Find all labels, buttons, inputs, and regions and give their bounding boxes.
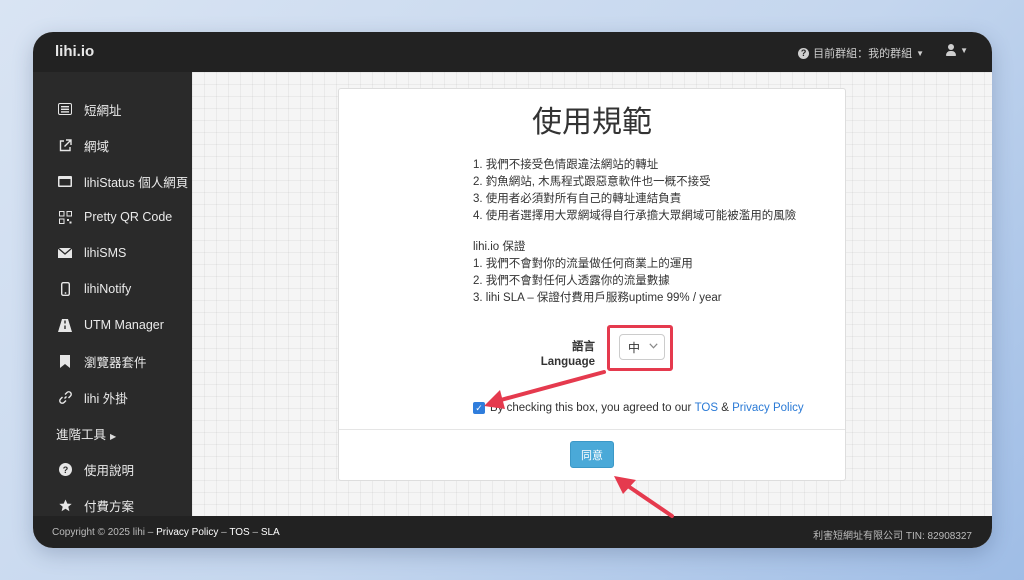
terms-list: 1. 我們不接受色情跟違法網站的轉址 2. 釣魚網站, 木馬程式跟惡意軟件也一概… xyxy=(473,157,796,307)
sidebar-item-label: lihi 外掛 xyxy=(84,391,128,406)
user-icon xyxy=(946,44,957,56)
guarantee-item: 2. 我們不會對任何人透露你的流量數據 xyxy=(473,275,670,287)
sidebar-item-pretty-qr[interactable]: Pretty QR Code xyxy=(33,202,192,232)
rule-item: 1. 我們不接受色情跟違法網站的轉址 xyxy=(473,159,659,171)
agree-button[interactable]: 同意 xyxy=(570,441,614,468)
sidebar-item-browser-extension[interactable]: 瀏覽器套件 xyxy=(33,346,192,376)
copyright-text: Copyright © 2025 lihi – xyxy=(52,527,154,538)
sidebar-item-lihisms[interactable]: lihiSMS xyxy=(33,238,192,268)
window-icon xyxy=(58,174,72,188)
language-label-en: Language xyxy=(540,356,595,368)
link-icon xyxy=(58,390,72,404)
main-content: 使用規範 1. 我們不接受色情跟違法網站的轉址 2. 釣魚網站, 木馬程式跟惡意… xyxy=(192,72,992,516)
sidebar-item-label: lihiNotify xyxy=(84,282,132,296)
copyright: Copyright © 2025 lihi – Privacy Policy –… xyxy=(52,527,280,538)
sidebar-item-label: lihiSMS xyxy=(84,246,127,260)
app-window: lihi.io ? 目前群組：我的群組 ▼ ▼ 短網址 網域 lihiStatu… xyxy=(33,32,992,548)
sidebar-item-label: 進階工具 ▶ xyxy=(56,427,117,442)
rule-item: 3. 使用者必須對所有自己的轉址連結負責 xyxy=(473,193,682,205)
tos-link[interactable]: TOS xyxy=(695,402,718,414)
caret-down-icon: ▼ xyxy=(916,48,924,58)
sidebar-item-short-url[interactable]: 短網址 xyxy=(33,94,192,124)
star-icon xyxy=(58,498,72,512)
sidebar-item-label: 短網址 xyxy=(84,103,122,118)
group-menu[interactable]: ? 目前群組：我的群組 ▼ xyxy=(798,45,924,61)
sidebar-item-label: 付費方案 xyxy=(84,499,135,514)
footer: Copyright © 2025 lihi – Privacy Policy –… xyxy=(33,516,992,548)
annotation-highlight-box xyxy=(607,325,673,371)
question-circle-icon: ? xyxy=(798,47,810,59)
mobile-icon xyxy=(58,282,72,296)
sidebar-item-advanced-tools[interactable]: 進階工具 ▶ xyxy=(33,418,192,448)
sidebar-item-label: 使用說明 xyxy=(84,463,135,478)
external-link-icon xyxy=(58,138,72,152)
footer-separator: – xyxy=(221,527,227,538)
sidebar-item-lihinotify[interactable]: lihiNotify xyxy=(33,274,192,304)
agree-checkbox[interactable]: ✓ xyxy=(473,402,485,414)
agree-text: By checking this box, you agreed to our xyxy=(490,402,692,414)
qr-code-icon xyxy=(58,210,72,224)
caret-down-icon: ▼ xyxy=(960,45,968,55)
rules-block: 1. 我們不接受色情跟違法網站的轉址 2. 釣魚網站, 木馬程式跟惡意軟件也一概… xyxy=(473,157,796,225)
question-circle-icon: ? xyxy=(58,462,72,476)
page-title: 使用規範 xyxy=(532,106,652,139)
top-navbar: lihi.io ? 目前群組：我的群組 ▼ ▼ xyxy=(33,32,992,72)
brand-logo[interactable]: lihi.io xyxy=(55,43,94,60)
card-divider xyxy=(339,429,845,430)
company-info: 利害短網址有限公司 TIN: 82908327 xyxy=(813,531,972,542)
footer-privacy-link[interactable]: Privacy Policy xyxy=(156,527,218,538)
sidebar-item-label: 網域 xyxy=(84,139,110,154)
privacy-policy-link[interactable]: Privacy Policy xyxy=(732,402,804,414)
footer-sla-link[interactable]: SLA xyxy=(261,527,280,538)
user-menu[interactable]: ▼ xyxy=(946,44,968,56)
rule-item: 4. 使用者選擇用大眾網域得自行承擔大眾網域可能被濫用的風險 xyxy=(473,210,797,222)
rule-item: 2. 釣魚網站, 木馬程式跟惡意軟件也一概不接受 xyxy=(473,176,711,188)
sidebar-item-lihi-plugin[interactable]: lihi 外掛 xyxy=(33,382,192,412)
svg-text:?: ? xyxy=(62,465,68,475)
sidebar-item-label: 瀏覽器套件 xyxy=(84,355,147,370)
caret-right-icon: ▶ xyxy=(110,431,117,441)
agree-row: ✓ By checking this box, you agreed to ou… xyxy=(473,402,804,414)
language-label: 語言 Language xyxy=(499,340,595,370)
sidebar-item-domain[interactable]: 網域 xyxy=(33,130,192,160)
road-icon xyxy=(58,318,72,332)
sidebar-item-utm-manager[interactable]: UTM Manager xyxy=(33,310,192,340)
guarantee-block: lihi.io 保證 1. 我們不會對你的流量做任何商業上的運用 2. 我們不會… xyxy=(473,239,796,307)
sidebar-item-lihistatus[interactable]: lihiStatus 個人網頁 xyxy=(33,166,192,196)
sidebar-item-help[interactable]: ? 使用說明 xyxy=(33,454,192,484)
footer-separator: – xyxy=(252,527,259,538)
guarantee-item: 1. 我們不會對你的流量做任何商業上的運用 xyxy=(473,258,693,270)
sidebar-item-label: UTM Manager xyxy=(84,318,164,332)
bookmark-icon xyxy=(58,354,72,368)
amp-text: & xyxy=(721,402,729,414)
terms-card: 使用規範 1. 我們不接受色情跟違法網站的轉址 2. 釣魚網站, 木馬程式跟惡意… xyxy=(338,88,846,481)
sidebar: 短網址 網域 lihiStatus 個人網頁 Pretty QR Code li… xyxy=(33,72,192,516)
language-label-zh: 語言 xyxy=(572,341,595,353)
guarantee-item: 3. lihi SLA – 保證付費用戶服務uptime 99% / year xyxy=(473,292,722,304)
sidebar-item-label: Pretty QR Code xyxy=(84,210,173,224)
envelope-icon xyxy=(58,246,72,260)
list-icon xyxy=(58,102,72,116)
guarantee-title: lihi.io 保證 xyxy=(473,241,526,253)
sidebar-item-label: lihiStatus 個人網頁 xyxy=(84,175,189,190)
footer-tos-link[interactable]: TOS xyxy=(229,527,249,538)
group-menu-label: 目前群組：我的群組 xyxy=(813,48,913,60)
